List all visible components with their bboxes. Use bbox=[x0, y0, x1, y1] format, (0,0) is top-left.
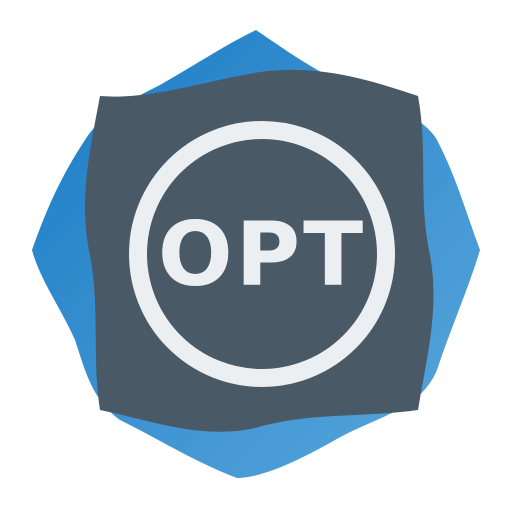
opt-logo-icon: OPT bbox=[32, 30, 480, 478]
logo-label: OPT bbox=[158, 203, 366, 306]
app-icon: OPT bbox=[0, 0, 512, 512]
